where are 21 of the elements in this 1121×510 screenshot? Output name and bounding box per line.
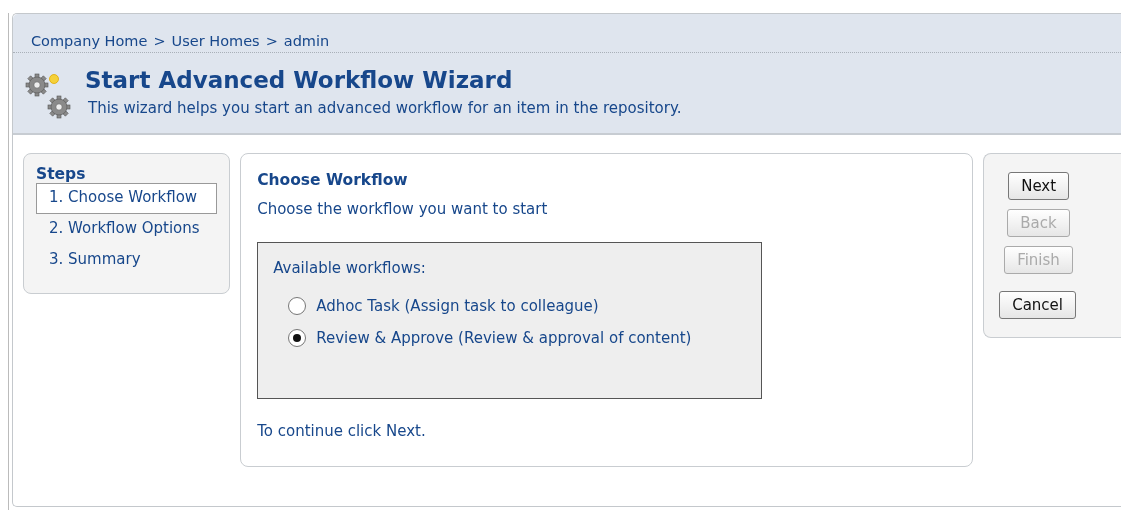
breadcrumb-separator: >	[265, 33, 278, 51]
step-item[interactable]: 2. Workflow Options	[36, 214, 218, 245]
wizard-description: This wizard helps you start an advanced workflow for an item in the repository.	[88, 99, 682, 117]
step-item[interactable]: 1. Choose Workflow	[36, 183, 218, 214]
option-label[interactable]: Review & Approve (Review & approval of content)	[316, 329, 692, 347]
option-label[interactable]: Adhoc Task (Assign task to colleague)	[316, 297, 599, 315]
radio-button[interactable]	[288, 329, 307, 347]
breadcrumb-link[interactable]: admin	[283, 33, 330, 52]
wizard-title: Start Advanced Workflow Wizard	[85, 67, 514, 93]
section-heading: Choose Workflow	[257, 171, 409, 189]
radio-button[interactable]	[288, 297, 307, 315]
breadcrumb-separator: >	[153, 33, 166, 51]
wizard-button[interactable]: Next	[1008, 172, 1070, 200]
group-label: Available workflows:	[273, 259, 427, 277]
breadcrumb-link[interactable]: User Homes	[171, 33, 260, 52]
step-item[interactable]: 3. Summary	[36, 245, 218, 276]
instruction-text: Choose the workflow you want to start	[257, 200, 549, 218]
steps-title: Steps	[36, 165, 87, 183]
wizard-button[interactable]: Cancel	[999, 291, 1076, 319]
breadcrumb-link[interactable]: Company Home	[31, 33, 148, 52]
continue-hint: To continue click Next.	[257, 422, 427, 440]
